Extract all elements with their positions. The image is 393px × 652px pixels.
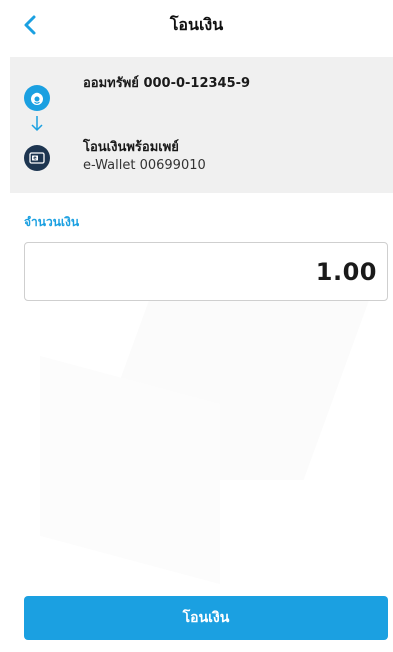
transfer-screen: โอนเงิน ออมทรัพย์ 000-0-12345-9 e โอนเงิ… xyxy=(0,0,393,652)
bank-logo-icon xyxy=(31,92,43,105)
page-title: โอนเงิน xyxy=(169,15,224,34)
amount-label: จำนวนเงิน xyxy=(24,215,80,229)
amount-value: 1.00 xyxy=(315,257,377,286)
destination-account-detail: e-Wallet 00699010 xyxy=(83,158,206,173)
header: โอนเงิน xyxy=(0,0,393,50)
source-account-icon xyxy=(24,85,50,111)
arrow-down-icon xyxy=(30,115,44,133)
source-account-label: ออมทรัพย์ 000-0-12345-9 xyxy=(83,76,251,91)
destination-account-label: โอนเงินพร้อมเพย์ xyxy=(83,140,179,155)
svg-text:e: e xyxy=(33,156,37,162)
e-wallet-icon: e xyxy=(29,152,45,164)
transfer-accounts-panel: ออมทรัพย์ 000-0-12345-9 e โอนเงินพร้อมเพ… xyxy=(10,57,393,193)
transfer-button[interactable]: โอนเงิน xyxy=(24,596,388,640)
destination-account-icon: e xyxy=(24,145,50,171)
amount-input[interactable]: 1.00 xyxy=(24,242,388,301)
